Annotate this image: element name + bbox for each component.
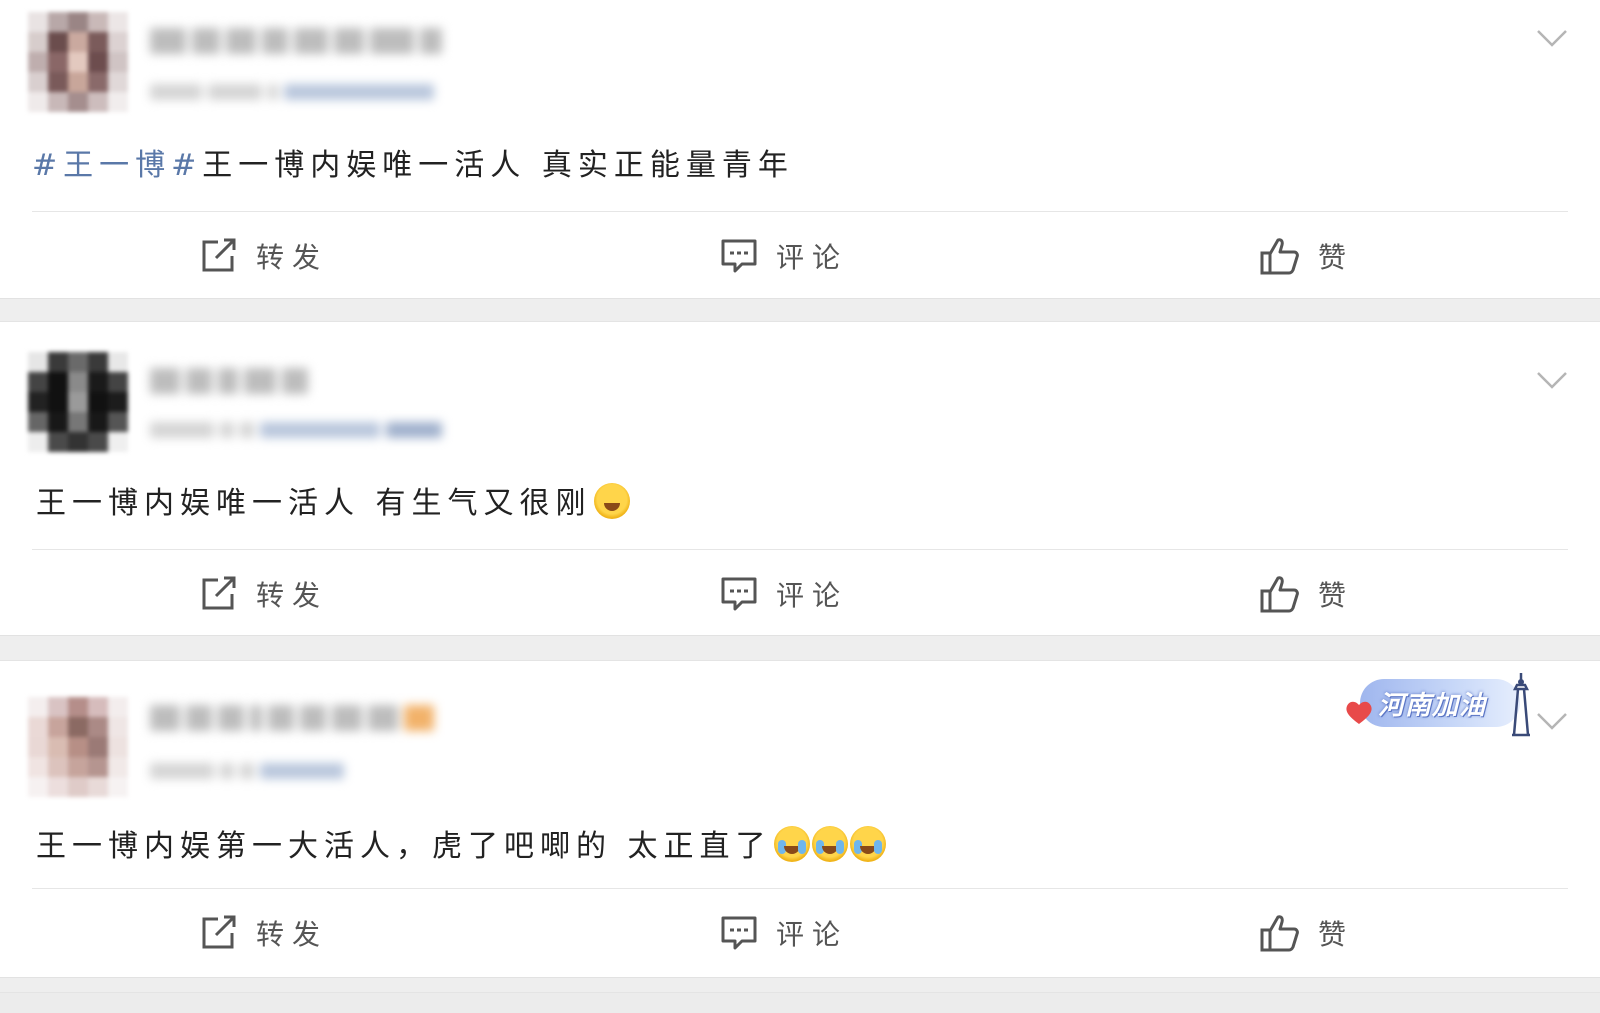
comment-icon [720,576,758,612]
like-button[interactable]: 赞 [1040,560,1600,628]
like-button[interactable]: 赞 [1040,222,1600,290]
thumbs-up-icon [1260,237,1300,275]
repost-label: 转发 [256,918,329,951]
share-icon [200,915,238,951]
action-bar: 转发 评论 赞 [0,222,1600,290]
post-meta-redacted [150,84,434,100]
username-redacted[interactable] [150,368,308,394]
avatar[interactable] [28,12,128,112]
badge-label: 河南加油 [1378,691,1487,721]
comment-icon [720,238,758,274]
comment-button[interactable]: 评论 [520,222,1040,290]
chevron-down-icon[interactable] [1536,370,1568,390]
tower-icon [1512,673,1530,737]
share-icon [200,576,238,612]
share-icon [200,238,238,274]
post-text: 王一博内娱第一大活人，虎了吧唧的 太正直了 [36,821,886,865]
hashtag-link[interactable]: #王一博# [32,148,202,183]
action-bar: 转发 评论 赞 [0,560,1600,628]
like-label: 赞 [1318,241,1355,274]
like-button[interactable]: 赞 [1040,899,1600,967]
avatar[interactable] [28,352,128,452]
repost-label: 转发 [256,579,329,612]
card-separator [0,635,1600,661]
comment-button[interactable]: 评论 [520,899,1040,967]
comment-label: 评论 [776,579,849,612]
chevron-down-icon[interactable] [1536,711,1568,731]
repost-button[interactable]: 转发 [0,560,520,628]
post-text: #王一博#王一博内娱唯一活人 真实正能量青年 [32,140,794,184]
heart-icon [1346,701,1372,724]
post-text: 王一博内娱唯一活人 有生气又很刚 [36,478,630,522]
laugh-cry-emoji [811,826,848,862]
post-body: 王一博内娱唯一活人 有生气又很刚 [36,486,592,521]
thumbs-up-icon [1260,575,1300,613]
laugh-cry-emoji [773,826,810,862]
blush-emoji [593,483,630,519]
comment-icon [720,915,758,951]
region-badge[interactable]: 河南加油 [1342,669,1538,739]
avatar[interactable] [28,697,128,797]
comment-button[interactable]: 评论 [520,560,1040,628]
comment-label: 评论 [776,241,849,274]
laugh-cry-emoji [849,826,886,862]
divider [32,549,1568,550]
feed: #王一博#王一博内娱唯一活人 真实正能量青年 转发 评论 赞 王一博内娱唯一活人… [0,0,1600,993]
divider [32,888,1568,889]
comment-label: 评论 [776,918,849,951]
action-bar: 转发 评论 赞 [0,899,1600,967]
post-meta-redacted [150,763,344,779]
like-label: 赞 [1318,918,1355,951]
chevron-down-icon[interactable] [1536,28,1568,48]
post-card: #王一博#王一博内娱唯一活人 真实正能量青年 转发 评论 赞 [0,0,1600,298]
card-separator [0,977,1600,993]
username-redacted[interactable] [150,705,434,731]
divider [32,211,1568,212]
username-redacted[interactable] [150,28,442,54]
post-card: 河南加油 王一博内娱第一大活人，虎了吧唧的 太正直了 转发 评论 赞 [0,661,1600,977]
repost-label: 转发 [256,241,329,274]
card-separator [0,298,1600,322]
post-card: 王一博内娱唯一活人 有生气又很刚 转发 评论 赞 [0,322,1600,635]
like-label: 赞 [1318,579,1355,612]
post-body: 王一博内娱唯一活人 真实正能量青年 [202,148,794,183]
post-body: 王一博内娱第一大活人，虎了吧唧的 太正直了 [36,829,772,864]
repost-button[interactable]: 转发 [0,222,520,290]
post-meta-redacted [150,422,442,438]
repost-button[interactable]: 转发 [0,899,520,967]
thumbs-up-icon [1260,914,1300,952]
